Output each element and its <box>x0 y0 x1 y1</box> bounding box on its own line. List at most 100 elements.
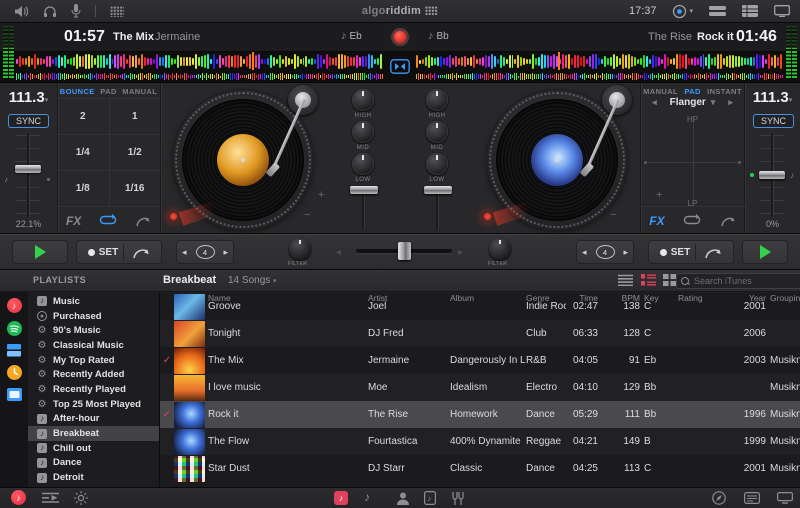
speaker-icon[interactable] <box>14 5 29 18</box>
search-input[interactable] <box>692 275 797 287</box>
deck2-low-knob[interactable] <box>426 153 448 175</box>
fx-xy-pad[interactable]: HP LP <box>644 113 741 210</box>
sidebar-item-detroit[interactable]: ♪Detroit <box>28 470 159 485</box>
tab-manual[interactable]: MANUAL <box>122 87 157 96</box>
deck2-loop-length[interactable]: 4 <box>596 245 615 259</box>
deck1-key[interactable]: ♪Eb <box>341 30 362 42</box>
device-icon[interactable] <box>777 492 793 504</box>
deck1-play-button[interactable] <box>12 240 68 264</box>
deck1-jump-icon[interactable] <box>135 215 151 227</box>
table-row-the-flow[interactable]: The FlowFourtastica400% DynamiteReggae04… <box>160 428 800 455</box>
deck1-loop-double-arrow[interactable]: ▸ <box>223 247 228 258</box>
sidebar-item-my-top-rated[interactable]: ⚙My Top Rated <box>28 353 159 368</box>
effect-next-arrow[interactable]: ▸ <box>728 97 733 108</box>
loop-button-eighth[interactable]: 1/8 <box>57 170 109 206</box>
deck1-sync-button[interactable]: SYNC <box>8 114 49 128</box>
table-row-star-dust[interactable]: Star DustDJ StarrClassicDance04:25113C20… <box>160 455 800 482</box>
deck1-filter-knob[interactable] <box>289 238 311 260</box>
sidebar-item-recently-added[interactable]: ⚙Recently Added <box>28 367 159 382</box>
crossfader-right-arrow[interactable]: ▸ <box>458 247 463 258</box>
deck2-key[interactable]: ♪Bb <box>428 30 449 42</box>
deck2-filter-knob[interactable] <box>489 238 511 260</box>
sidebar-item-chill-out[interactable]: ♪Chill out <box>28 441 159 456</box>
tab-bounce[interactable]: BOUNCE <box>60 87 95 96</box>
deck2-loop-icon[interactable] <box>683 214 701 227</box>
column-header-rating[interactable]: Rating <box>678 293 726 303</box>
deck1-mid-knob[interactable] <box>352 121 374 143</box>
tab-pad[interactable]: PAD <box>100 87 116 96</box>
table-row-i-love-music[interactable]: I love musicMoeIdealismElectro04:10129Bb… <box>160 374 800 401</box>
deck2-waveform[interactable] <box>416 53 784 70</box>
deck2-pitch-slider[interactable] <box>759 171 785 179</box>
files-source-icon[interactable] <box>7 344 21 357</box>
crossfader-handle[interactable] <box>398 242 411 260</box>
explorer-source-icon[interactable] <box>7 388 22 401</box>
deck2-play-button[interactable] <box>742 240 788 264</box>
decks-view-icon[interactable] <box>709 5 726 17</box>
deck1-set-cue-button[interactable]: SET <box>88 247 118 258</box>
tab-pad[interactable]: PAD <box>684 87 700 96</box>
deck1-loop-halve-arrow[interactable]: ◂ <box>182 247 187 258</box>
albums-tab-icon[interactable]: ♪ <box>424 491 436 505</box>
table-row-the-mix[interactable]: ✓The MixJermaineDangerously In LoveR&B04… <box>160 347 800 374</box>
deck1-low-knob[interactable] <box>352 153 374 175</box>
history-source-icon[interactable] <box>7 365 22 380</box>
deck1-bpm[interactable]: 111.3▾ <box>0 89 57 107</box>
deck2-jump-icon[interactable] <box>720 215 736 227</box>
deck2-sync-button[interactable]: SYNC <box>753 114 794 128</box>
sidebar-item-purchased[interactable]: ★Purchased <box>28 309 159 324</box>
loop-button-2[interactable]: 2 <box>57 98 109 134</box>
deck2-mid-knob[interactable] <box>426 121 448 143</box>
deck1-cue-jump-icon[interactable] <box>132 246 150 259</box>
library-tab-icon[interactable]: ♪ <box>334 491 348 505</box>
deck2-set-cue-button[interactable]: SET <box>660 247 690 258</box>
explore-icon[interactable] <box>712 491 726 505</box>
record-menu-icon[interactable]: ▾ <box>672 4 693 19</box>
effect-dropdown-caret[interactable]: ▾ <box>711 97 716 108</box>
sidebar-item-top-25-most-played[interactable]: ⚙Top 25 Most Played <box>28 397 159 412</box>
sidebar-item-music[interactable]: ♪Music <box>28 294 159 309</box>
deck2-high-knob[interactable] <box>426 89 448 111</box>
crossfade-automix-icon[interactable] <box>390 59 410 74</box>
list-view-icon[interactable] <box>618 274 633 286</box>
match-tab-icon[interactable] <box>450 491 466 505</box>
table-view-icon[interactable] <box>742 5 758 17</box>
loop-button-half[interactable]: 1/2 <box>109 134 161 170</box>
spotify-source-icon[interactable] <box>7 321 22 336</box>
deck1-overview-waveform[interactable] <box>16 72 384 81</box>
grid-view-icon[interactable] <box>663 274 676 286</box>
deck1-loop-length[interactable]: 4 <box>196 245 215 259</box>
deck1-pitch-slider[interactable] <box>15 165 41 173</box>
deck2-overview-waveform[interactable] <box>416 72 784 81</box>
display-icon[interactable] <box>774 5 790 17</box>
deck1-volume-fader[interactable] <box>350 186 378 194</box>
queue-icon[interactable] <box>42 492 59 504</box>
crossfader[interactable] <box>356 249 452 253</box>
sidebar-item-recently-played[interactable]: ⚙Recently Played <box>28 382 159 397</box>
album-list-view-icon[interactable] <box>641 274 656 286</box>
music-app-icon[interactable]: ♪ <box>11 490 26 505</box>
column-header-grouping[interactable]: Grouping <box>770 293 800 303</box>
keylock-icon[interactable]: ♪ <box>790 171 794 180</box>
keylock-icon[interactable]: ♪ <box>4 175 8 184</box>
loop-button-quarter[interactable]: 1/4 <box>57 134 109 170</box>
crossfader-left-arrow[interactable]: ◂ <box>336 247 341 258</box>
loop-button-sixteenth[interactable]: 1/16 <box>109 170 161 206</box>
search-field[interactable] <box>676 273 800 289</box>
deck1-waveform[interactable] <box>16 53 384 70</box>
headphones-icon[interactable] <box>43 5 57 18</box>
loop-button-1[interactable]: 1 <box>109 98 161 134</box>
deck1-loop-icon[interactable] <box>99 214 117 227</box>
tab-manual[interactable]: MANUAL <box>643 87 678 96</box>
deck2-loop-double-arrow[interactable]: ▸ <box>623 247 628 258</box>
column-header-album[interactable]: Album <box>450 293 526 303</box>
songs-tab-icon[interactable]: ♪ <box>364 490 370 504</box>
brightness-icon[interactable] <box>74 491 88 505</box>
app-grid-icon[interactable] <box>110 6 124 17</box>
deck2-cue-jump-icon[interactable] <box>704 246 722 259</box>
sidebar-item-90-s-music[interactable]: ⚙90's Music <box>28 323 159 338</box>
queue-list-icon[interactable] <box>744 492 760 504</box>
sidebar-item-breakbeat[interactable]: ♪Breakbeat <box>28 426 159 441</box>
browser-song-count[interactable]: 14 Songs ▾ <box>228 275 277 286</box>
tab-instant[interactable]: INSTANT <box>707 87 742 96</box>
